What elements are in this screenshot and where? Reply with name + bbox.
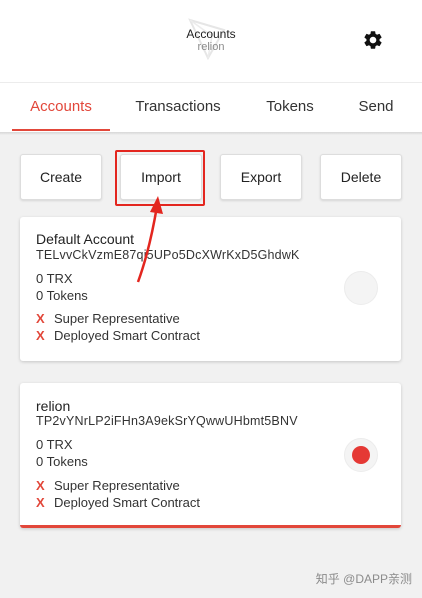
account-name: relion bbox=[36, 398, 71, 414]
account-select-radio-selected[interactable] bbox=[344, 438, 378, 472]
header-title: Accounts bbox=[186, 27, 236, 41]
account-card[interactable]: Default Account TELvvCkVzmE87qi5UPo5DcXW… bbox=[20, 217, 401, 361]
account-balance: 0 TRX bbox=[36, 271, 73, 286]
account-name: Default Account bbox=[36, 231, 135, 247]
account-balance: 0 TRX bbox=[36, 437, 73, 452]
account-address: TELvvCkVzmE87qi5UPo5DcXWrKxD5GhdwK bbox=[36, 248, 300, 262]
flag-label: Deployed Smart Contract bbox=[54, 495, 200, 510]
tab-bar: Accounts Transactions Tokens Send bbox=[0, 82, 422, 133]
account-flag: X Deployed Smart Contract bbox=[36, 328, 200, 343]
tab-transactions[interactable]: Transactions bbox=[128, 83, 228, 131]
export-button[interactable]: Export bbox=[220, 154, 302, 200]
gear-icon[interactable] bbox=[362, 29, 384, 51]
account-flag: X Super Representative bbox=[36, 478, 180, 493]
x-icon: X bbox=[36, 478, 45, 493]
account-tokens: 0 Tokens bbox=[36, 288, 88, 303]
selected-dot bbox=[352, 446, 370, 464]
account-tokens: 0 Tokens bbox=[36, 454, 88, 469]
create-button[interactable]: Create bbox=[20, 154, 102, 200]
tab-accounts[interactable]: Accounts bbox=[12, 83, 110, 131]
header-subtitle: relion bbox=[197, 41, 225, 53]
x-icon: X bbox=[36, 328, 45, 343]
flag-label: Deployed Smart Contract bbox=[54, 328, 200, 343]
tab-bar-shadow bbox=[0, 132, 422, 135]
flag-label: Super Representative bbox=[54, 311, 180, 326]
flag-label: Super Representative bbox=[54, 478, 180, 493]
app-header: Accounts relion bbox=[0, 0, 422, 82]
account-flag: X Deployed Smart Contract bbox=[36, 495, 200, 510]
delete-button[interactable]: Delete bbox=[320, 154, 402, 200]
account-address: TP2vYNrLP2iFHn3A9ekSrYQwwUHbmt5BNV bbox=[36, 414, 298, 428]
tab-tokens[interactable]: Tokens bbox=[254, 83, 326, 131]
account-flag: X Super Representative bbox=[36, 311, 180, 326]
import-button[interactable]: Import bbox=[120, 154, 202, 200]
account-card[interactable]: relion TP2vYNrLP2iFHn3A9ekSrYQwwUHbmt5BN… bbox=[20, 383, 401, 528]
account-select-radio[interactable] bbox=[344, 271, 378, 305]
tab-send[interactable]: Send bbox=[348, 83, 404, 131]
active-tab-indicator bbox=[12, 129, 110, 131]
watermark: 知乎 @DAPP亲测 bbox=[315, 572, 412, 586]
x-icon: X bbox=[36, 495, 45, 510]
x-icon: X bbox=[36, 311, 45, 326]
